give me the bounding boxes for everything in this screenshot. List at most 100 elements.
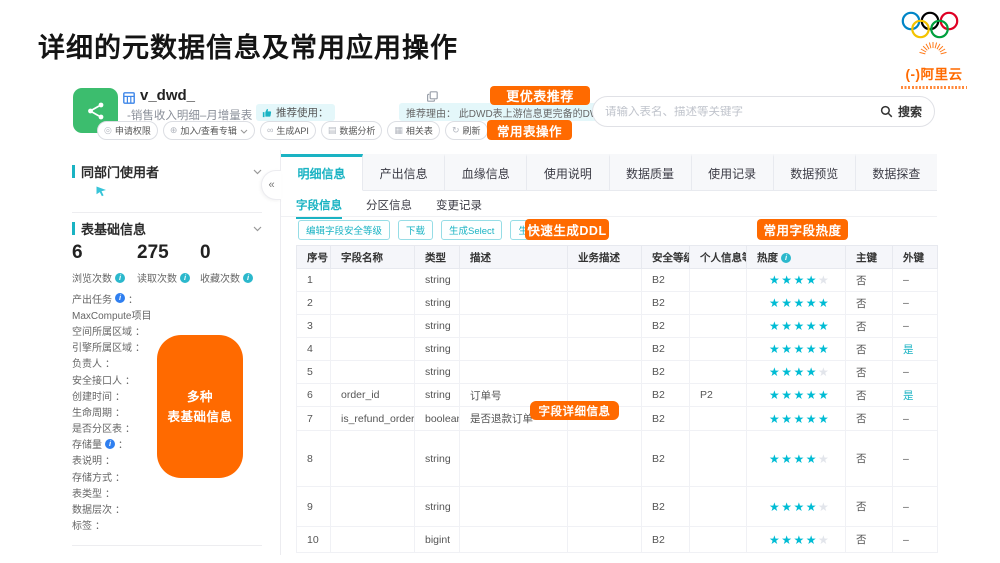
heat-stars: ★★★★★: [747, 315, 846, 338]
edit-field-security-button[interactable]: 编辑字段安全等级: [298, 220, 390, 240]
cell: B2: [642, 269, 690, 292]
column-header-0: 序号: [297, 246, 331, 269]
search-button[interactable]: 搜索: [880, 103, 922, 120]
column-header-2: 类型: [415, 246, 460, 269]
basic-field-1: MaxCompute项目: [72, 306, 272, 322]
foreign-key-cell: –: [893, 431, 938, 487]
column-header-4: 业务描述: [568, 246, 642, 269]
sidebar-collapse-button[interactable]: «: [261, 170, 281, 200]
heat-stars: ★★★★★: [747, 338, 846, 361]
cell: [690, 361, 747, 384]
cell: string: [415, 487, 460, 527]
chevron-down-icon[interactable]: [253, 226, 262, 232]
cell: [331, 338, 415, 361]
cell: [690, 269, 747, 292]
cell: 1: [297, 269, 331, 292]
info-icon[interactable]: i: [243, 273, 253, 283]
heat-stars: ★★★★★: [747, 487, 846, 527]
colon: ：: [105, 452, 115, 467]
star-empty: ★: [818, 533, 830, 547]
callout-better-table: 更优表推荐: [490, 86, 590, 105]
info-icon[interactable]: i: [105, 439, 115, 449]
action-label: 生成API: [276, 124, 309, 137]
search-icon: [880, 105, 893, 118]
cell: [460, 338, 568, 361]
cell: [690, 527, 747, 553]
primary-key-cell: 否: [846, 384, 893, 407]
action-join-view-album[interactable]: ⊕加入/查看专辑: [163, 121, 255, 140]
primary-key-cell: 否: [846, 292, 893, 315]
permission-icon: ◎: [104, 126, 112, 135]
action-data-analysis[interactable]: ▤数据分析: [321, 121, 383, 140]
colon: ：: [105, 485, 115, 500]
cell: 5: [297, 361, 331, 384]
cell: [568, 315, 642, 338]
info-icon[interactable]: i: [115, 273, 125, 283]
cell: [331, 315, 415, 338]
basic-field-label: MaxCompute项目: [72, 307, 151, 322]
column-header-1: 字段名称: [331, 246, 415, 269]
info-icon[interactable]: i: [115, 293, 125, 303]
tab-data-explore[interactable]: 数据探查: [856, 154, 937, 191]
info-icon[interactable]: i: [180, 273, 190, 283]
primary-key-cell: 否: [846, 527, 893, 553]
search-input[interactable]: [605, 106, 880, 118]
foreign-key-cell[interactable]: 是: [893, 338, 938, 361]
cell: 10: [297, 527, 331, 553]
chevron-down-icon: [240, 126, 248, 136]
primary-key-cell: 否: [846, 315, 893, 338]
cell: [460, 315, 568, 338]
tab-lineage-info[interactable]: 血缘信息: [445, 154, 527, 191]
tab-data-quality[interactable]: 数据质量: [610, 154, 692, 191]
star-empty: ★: [818, 500, 830, 514]
stat-label-text: 浏览次数: [72, 270, 112, 285]
basic-field-label: 数据层次: [72, 501, 112, 516]
cell: [568, 527, 642, 553]
recommend-use-label: 推荐使用：: [276, 105, 329, 120]
cell: [568, 338, 642, 361]
column-header-8: 主键: [846, 246, 893, 269]
foreign-key-cell: –: [893, 269, 938, 292]
basic-field-label: 产出任务: [72, 291, 112, 306]
basic-field-label: 安全接口人: [72, 372, 122, 387]
foreign-key-cell: –: [893, 407, 938, 431]
chevron-down-icon[interactable]: [253, 169, 262, 175]
olympic-rings-icon: [886, 10, 982, 58]
search-bar: 搜索: [592, 96, 935, 127]
foreign-key-cell[interactable]: 是: [893, 384, 938, 407]
cell: [460, 527, 568, 553]
basic-field-14: 标签：: [72, 517, 272, 533]
heat-stars: ★★★★★: [747, 384, 846, 407]
tab-output-info[interactable]: 产出信息: [363, 154, 445, 191]
colon: ：: [95, 517, 105, 532]
tab-data-preview[interactable]: 数据预览: [774, 154, 856, 191]
action-refresh[interactable]: ↻刷新: [445, 121, 488, 140]
star-filled: ★★★★★: [769, 296, 830, 310]
foreign-key-cell: –: [893, 292, 938, 315]
action-apply-permission[interactable]: ◎申请权限: [97, 121, 158, 140]
stat-label-text: 读取次数: [137, 270, 177, 285]
star-filled: ★★★★: [769, 365, 818, 379]
star-filled: ★★★★★: [769, 388, 830, 402]
cell: [331, 527, 415, 553]
download-button[interactable]: 下载: [398, 220, 433, 240]
tab-usage-record[interactable]: 使用记录: [692, 154, 774, 191]
star-filled: ★★★★★: [769, 319, 830, 333]
action-related-tables[interactable]: ▦相关表: [387, 121, 440, 140]
cell: [690, 292, 747, 315]
callout-field-detail: 字段详细信息: [530, 401, 619, 420]
tab-detail-info[interactable]: 明细信息: [281, 154, 363, 191]
cell: [460, 292, 568, 315]
star-filled: ★★★★: [769, 452, 818, 466]
cell: B2: [642, 384, 690, 407]
generate-select-button[interactable]: 生成Select: [441, 220, 502, 240]
cell: B2: [642, 338, 690, 361]
cell: is_refund_order: [331, 407, 415, 431]
colon: ：: [115, 388, 125, 403]
cell: 4: [297, 338, 331, 361]
action-generate-api[interactable]: ∞生成API: [260, 121, 316, 140]
info-icon[interactable]: i: [781, 253, 791, 263]
callout-quick-ddl: 快速生成DDL: [525, 219, 609, 240]
table-row: 4stringB2★★★★★否是: [297, 338, 938, 361]
tab-usage-guide[interactable]: 使用说明: [527, 154, 609, 191]
